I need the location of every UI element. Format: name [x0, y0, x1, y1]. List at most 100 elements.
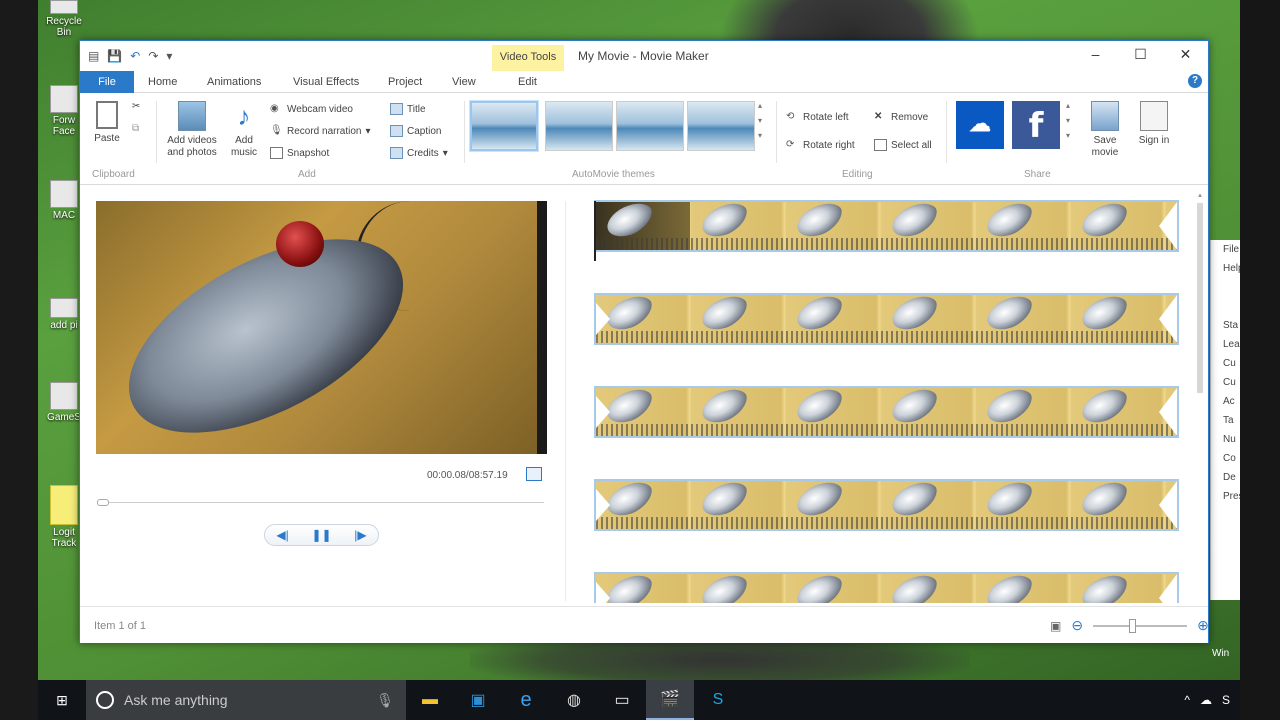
rotate-left-button[interactable]: ⟲ Rotate left: [786, 111, 849, 123]
caption-button[interactable]: Caption: [390, 125, 441, 137]
desktop-icon-6[interactable]: Logit Track: [44, 485, 84, 549]
start-button[interactable]: ⊞: [38, 680, 86, 720]
file-explorer-taskbar-icon[interactable]: ▬: [406, 680, 454, 720]
copy-icon[interactable]: ⧉: [132, 123, 139, 134]
tab-view[interactable]: View: [452, 73, 476, 93]
clip-thumbnail: [792, 202, 848, 243]
microphone-icon[interactable]: 🎙: [376, 692, 394, 709]
select-all-icon: [874, 139, 887, 151]
desktop-icon-3[interactable]: MAC: [44, 180, 84, 221]
movie-maker-taskbar-icon[interactable]: 🎬: [646, 680, 694, 720]
remove-button[interactable]: ✕ Remove: [874, 111, 928, 123]
clip-thumbnail: [887, 295, 943, 336]
title-button[interactable]: Title: [390, 103, 426, 115]
save-icon[interactable]: 💾: [107, 49, 122, 63]
scrollbar-thumb[interactable]: [1197, 203, 1203, 393]
add-music-button[interactable]: ♪ Add music: [226, 101, 262, 159]
share-scroll[interactable]: ▴ ▾ ▾: [1066, 101, 1070, 140]
redo-icon[interactable]: ↷: [148, 49, 158, 63]
storyboard-clip[interactable]: [594, 200, 1179, 252]
tab-project[interactable]: Project: [388, 73, 422, 93]
fullscreen-icon[interactable]: [526, 467, 542, 481]
title-bar[interactable]: ▤ 💾 ↶ ↷ ▾ Video Tools My Movie - Movie M…: [80, 41, 1208, 71]
minimize-button[interactable]: –: [1073, 41, 1118, 69]
record-narration-button[interactable]: 🎙 Record narration ▾: [270, 125, 371, 137]
onedrive-share-button[interactable]: ☁: [956, 101, 1004, 149]
desktop-right-bar: [1240, 0, 1280, 720]
app-taskbar-icon[interactable]: ◍: [550, 680, 598, 720]
rotate-right-button[interactable]: ⟳ Rotate right: [786, 139, 855, 151]
system-tray: ^ ☁ S: [1184, 693, 1240, 707]
sign-in-button[interactable]: Sign in: [1134, 101, 1174, 147]
onedrive-tray-icon[interactable]: ☁: [1200, 693, 1212, 707]
storyboard-clip[interactable]: [594, 479, 1179, 531]
zoom-in-icon[interactable]: ⊕: [1197, 617, 1209, 634]
skype-taskbar-icon[interactable]: S: [694, 680, 742, 720]
caption-label: Caption: [407, 125, 442, 137]
help-icon[interactable]: ?: [1188, 74, 1202, 88]
desktop-icon-5[interactable]: GameS: [44, 382, 84, 423]
add-videos-photos-button[interactable]: Add videos and photos: [160, 101, 224, 159]
zoom-out-icon[interactable]: ⊖: [1071, 617, 1083, 634]
undo-icon[interactable]: ↶: [130, 49, 140, 63]
tab-edit[interactable]: Edit: [518, 73, 537, 93]
preview-edge: [537, 201, 547, 454]
clip-thumbnail: [602, 481, 658, 522]
outlook-taskbar-icon[interactable]: ▣: [454, 680, 502, 720]
zoom-slider[interactable]: [1093, 618, 1188, 633]
cut-icon[interactable]: ✂: [132, 101, 140, 112]
video-preview[interactable]: [96, 201, 547, 454]
storyboard[interactable]: [594, 200, 1179, 603]
desktop-icon-2[interactable]: Forw Face: [44, 85, 84, 137]
snapshot-button[interactable]: Snapshot: [270, 147, 329, 159]
close-button[interactable]: ✕: [1163, 41, 1208, 69]
thumbnail-size-icon[interactable]: ▣: [1050, 619, 1061, 633]
app-taskbar-icon[interactable]: ▭: [598, 680, 646, 720]
automovie-theme-1[interactable]: [469, 100, 539, 152]
tab-file[interactable]: File: [80, 71, 134, 93]
tab-animations[interactable]: Animations: [207, 73, 261, 93]
narration-label: Record narration: [287, 125, 362, 137]
previous-frame-button[interactable]: ◀|: [276, 528, 288, 542]
playhead[interactable]: [594, 201, 596, 261]
edge-taskbar-icon[interactable]: e: [502, 680, 550, 720]
webcam-video-button[interactable]: ◉ Webcam video: [270, 103, 353, 115]
pause-button[interactable]: ❚❚: [311, 528, 331, 542]
ribbon: Paste ✂ ⧉ Clipboard Add videos and photo…: [80, 93, 1208, 185]
zoom-slider-thumb[interactable]: [1129, 618, 1137, 633]
pane-divider[interactable]: [565, 201, 566, 601]
cortana-search-box[interactable]: Ask me anything 🎙: [86, 680, 406, 720]
tray-chevron-icon[interactable]: ^: [1184, 693, 1190, 707]
credits-button[interactable]: Credits ▾: [390, 147, 448, 159]
desktop-icon-4[interactable]: add pi: [44, 298, 84, 331]
desktop-icon-recycle-bin[interactable]: Recycle Bin: [44, 0, 84, 38]
paste-button[interactable]: Paste: [90, 101, 124, 145]
storyboard-clip[interactable]: [594, 386, 1179, 438]
automovie-theme-4[interactable]: [687, 101, 755, 151]
customize-qat-icon[interactable]: ▾: [166, 49, 172, 63]
facebook-share-button[interactable]: f: [1012, 101, 1060, 149]
tab-home[interactable]: Home: [148, 73, 177, 93]
automovie-theme-3[interactable]: [616, 101, 684, 151]
next-frame-button[interactable]: |▶: [354, 528, 366, 542]
scroll-up-icon[interactable]: ▴: [1195, 191, 1205, 199]
editing-group-label: Editing: [842, 169, 873, 180]
background-window[interactable]: File Help Sta Lea Cu Cu Ac Ta Nu Co De P…: [1210, 240, 1240, 600]
maximize-button[interactable]: ☐: [1118, 41, 1163, 69]
storyboard-clip[interactable]: [594, 572, 1179, 603]
themes-scroll[interactable]: ▴ ▾ ▾: [758, 101, 762, 140]
storyboard-clip[interactable]: [594, 293, 1179, 345]
skype-tray-icon[interactable]: S: [1222, 693, 1230, 707]
storyboard-scrollbar[interactable]: ▴: [1195, 191, 1205, 603]
seek-thumb[interactable]: [97, 499, 109, 506]
ribbon-separator: [776, 101, 777, 163]
clip-thumbnail: [697, 388, 753, 429]
app-menu-icon[interactable]: ▤: [88, 49, 99, 63]
seek-bar[interactable]: [98, 502, 544, 503]
tab-visual-effects[interactable]: Visual Effects: [293, 73, 359, 93]
desktop-icon-label: Logit Track: [51, 527, 77, 549]
automovie-theme-2[interactable]: [545, 101, 613, 151]
cortana-icon: [96, 691, 114, 709]
save-movie-button[interactable]: Save movie: [1082, 101, 1128, 159]
select-all-button[interactable]: Select all: [874, 139, 932, 151]
